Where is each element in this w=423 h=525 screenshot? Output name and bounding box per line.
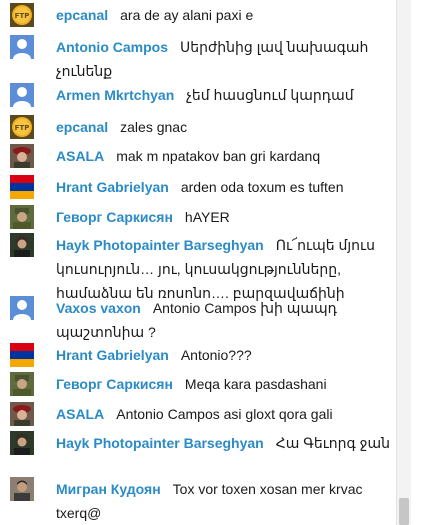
message-text: arden oda toxum es tuften bbox=[180, 179, 344, 195]
message-author-link[interactable]: ASALA bbox=[56, 406, 104, 422]
photo-beret-icon[interactable] bbox=[10, 402, 34, 426]
message-body: ASALA mak m npatakov ban gri kardanq bbox=[56, 144, 390, 168]
message-author-link[interactable]: Hayk Photopainter Barseghyan bbox=[56, 435, 264, 451]
message-body: Геворг Саркисян Meqa kara pasdashani bbox=[56, 372, 390, 396]
message-body: Мигран Кудоян Tox vor toxen xosan mer krv… bbox=[56, 477, 390, 525]
message-body: Hrant Gabrielyan arden oda toxum es tufte… bbox=[56, 175, 390, 199]
default-user-icon[interactable] bbox=[10, 35, 34, 59]
default-user-icon[interactable] bbox=[10, 83, 34, 107]
ftp-logo-icon[interactable]: FTP bbox=[10, 3, 34, 27]
message-text: Antonio??? bbox=[180, 347, 252, 363]
message-text: Antonio Campos asi gloxt qora gali bbox=[116, 406, 333, 422]
message-body: Геворг Саркисян hAYER bbox=[56, 205, 390, 229]
message-author-link[interactable]: Мигран Кудоян bbox=[56, 481, 161, 497]
default-user-icon[interactable] bbox=[10, 296, 34, 320]
svg-text:FTP: FTP bbox=[15, 12, 30, 20]
message-text: ara de ay alani paxi e bbox=[120, 7, 254, 23]
message-text: hAYER bbox=[184, 209, 230, 225]
message-author-link[interactable]: Hrant Gabrielyan bbox=[56, 179, 169, 195]
message-author-link[interactable]: Геворг Саркисян bbox=[56, 376, 173, 392]
message-body: Armen Mkrtchyan չեմ հասցնում կարդամ bbox=[56, 83, 390, 107]
message-text: Meqa kara pasdashani bbox=[184, 376, 327, 392]
chat-message-list: FTP epcanal ara de ay alani paxi e Antonio … bbox=[0, 0, 396, 525]
message-author-link[interactable]: Геворг Саркисян bbox=[56, 209, 173, 225]
scrollbar[interactable] bbox=[396, 0, 411, 525]
photo-portrait-icon[interactable] bbox=[10, 431, 34, 455]
message-author-link[interactable]: Hrant Gabrielyan bbox=[56, 347, 169, 363]
message-author-link[interactable]: epcanal bbox=[56, 119, 108, 135]
message-author-link[interactable]: ASALA bbox=[56, 148, 104, 164]
svg-text:FTP: FTP bbox=[15, 124, 30, 132]
message-author-link[interactable]: Vaxos vaxon bbox=[56, 300, 141, 316]
message-body: ASALA Antonio Campos asi gloxt qora gali bbox=[56, 402, 390, 426]
message-body: Hayk Photopainter Barseghyan Ու՜ուպե մյու… bbox=[56, 233, 390, 305]
message-author-link[interactable]: Hayk Photopainter Barseghyan bbox=[56, 237, 264, 253]
message-text: Հա Գեւորգ ջան bbox=[275, 435, 390, 451]
photo-portrait-icon[interactable] bbox=[10, 233, 34, 257]
photo-man-icon[interactable] bbox=[10, 477, 34, 501]
photo-soldier-icon[interactable] bbox=[10, 205, 34, 229]
message-body: epcanal zales gnac bbox=[56, 115, 390, 139]
scrollbar-thumb[interactable] bbox=[399, 498, 409, 525]
photo-beret-icon[interactable] bbox=[10, 144, 34, 168]
message-text: zales gnac bbox=[120, 119, 188, 135]
message-author-link[interactable]: Armen Mkrtchyan bbox=[56, 87, 174, 103]
message-body: Hrant Gabrielyan Antonio??? bbox=[56, 343, 390, 367]
message-author-link[interactable]: Antonio Campos bbox=[56, 39, 168, 55]
message-body: Vaxos vaxon Antonio Campos խի պապդ պաշտոն… bbox=[56, 296, 390, 344]
ftp-logo-icon[interactable]: FTP bbox=[10, 115, 34, 139]
message-body: Antonio Campos Սերժինից լավ նախագահ չունե… bbox=[56, 35, 390, 83]
message-text: չեմ հասցնում կարդամ bbox=[186, 87, 354, 103]
photo-soldier-icon[interactable] bbox=[10, 372, 34, 396]
message-body: Hayk Photopainter Barseghyan Հա Գեւորգ ջա… bbox=[56, 431, 390, 455]
armenian-flag-icon[interactable] bbox=[10, 343, 34, 367]
message-text: mak m npatakov ban gri kardanq bbox=[116, 148, 321, 164]
armenian-flag-icon[interactable] bbox=[10, 175, 34, 199]
message-author-link[interactable]: epcanal bbox=[56, 7, 108, 23]
message-body: epcanal ara de ay alani paxi e bbox=[56, 3, 390, 27]
